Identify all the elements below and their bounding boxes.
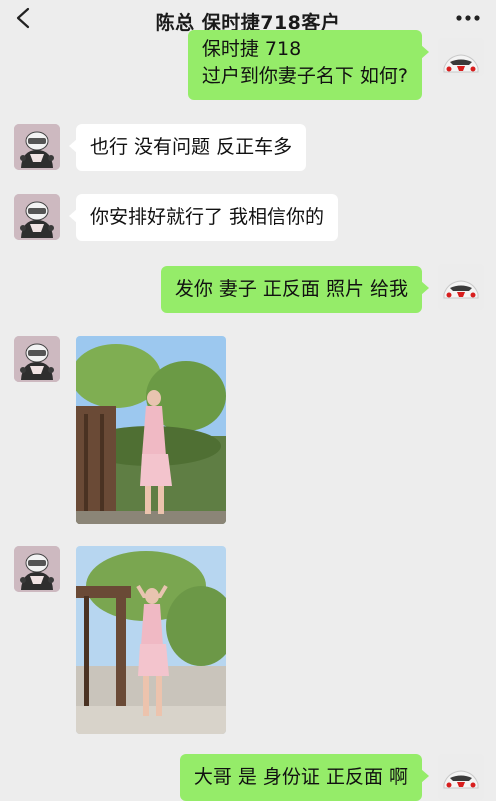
cartoon-avatar-icon: [14, 124, 60, 170]
photo-thumbnail: [76, 336, 226, 524]
car-avatar-icon: [438, 38, 484, 76]
car-avatar-icon: [438, 264, 484, 310]
car-avatar-icon: [438, 754, 484, 800]
my-avatar[interactable]: [438, 264, 484, 310]
contact-avatar[interactable]: [14, 124, 60, 170]
image-message[interactable]: [76, 336, 226, 524]
message-bubble-outgoing[interactable]: 发你 妻子 正反面 照片 给我: [160, 266, 430, 313]
cartoon-avatar-icon: [14, 194, 60, 240]
message-text: 过户到你妻子名下 如何?: [201, 65, 408, 87]
contact-avatar[interactable]: [14, 546, 60, 592]
message-bubble-incoming[interactable]: 你安排好就行了 我相信你的: [68, 194, 339, 241]
photo-thumbnail: [76, 546, 226, 734]
message-bubble-incoming[interactable]: 也行 没有问题 反正车多: [68, 124, 307, 171]
image-message[interactable]: [76, 546, 226, 734]
message-text: 你安排好就行了 我相信你的: [90, 206, 325, 228]
message-text: 大哥 是 身份证 正反面 啊: [193, 766, 408, 788]
message-text: 也行 没有问题 反正车多: [90, 136, 293, 158]
cartoon-avatar-icon: [14, 336, 60, 382]
contact-avatar[interactable]: [14, 336, 60, 382]
cartoon-avatar-icon: [14, 546, 60, 592]
message-bubble-outgoing[interactable]: 保时捷 718 过户到你妻子名下 如何?: [187, 30, 430, 100]
message-list[interactable]: 保时捷 718 过户到你妻子名下 如何? 也行 没有问题 反正车多 你安排好就行…: [0, 30, 496, 801]
more-dots-icon[interactable]: [454, 8, 482, 28]
message-text: 发你 妻子 正反面 照片 给我: [174, 278, 408, 300]
my-avatar[interactable]: [438, 38, 484, 76]
contact-avatar[interactable]: [14, 194, 60, 240]
my-avatar[interactable]: [438, 754, 484, 800]
message-text: 保时捷 718: [201, 38, 302, 60]
message-bubble-outgoing[interactable]: 大哥 是 身份证 正反面 啊: [179, 754, 430, 801]
